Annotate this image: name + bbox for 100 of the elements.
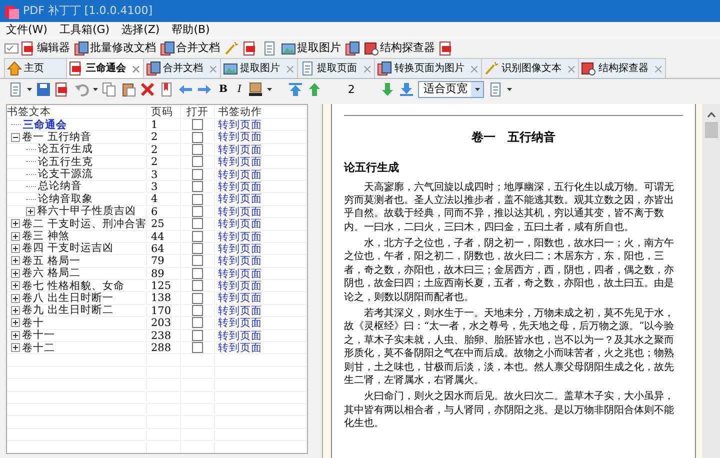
bookmark-title[interactable]: 论五行生成 [38, 143, 93, 156]
toolbar-button[interactable]: 合并文档 [158, 40, 222, 57]
expand-icon[interactable] [11, 306, 20, 316]
expand-icon[interactable] [11, 294, 20, 303]
checkbox[interactable] [192, 156, 203, 168]
bookmark-title[interactable]: 论支干源流 [38, 168, 93, 180]
checkbox[interactable] [192, 132, 203, 143]
checkbox[interactable] [192, 317, 203, 328]
tab[interactable]: 三命通会 × [66, 58, 144, 78]
action-link[interactable]: 转到页面 [215, 206, 307, 218]
tab[interactable]: 转换页面为图片 × [374, 58, 482, 78]
action-link[interactable]: 转到页面 [215, 144, 307, 156]
bookmark-title[interactable]: 卷十 [22, 316, 44, 330]
action-link[interactable]: 转到页面 [215, 330, 307, 342]
expand-icon[interactable] [11, 232, 20, 241]
toolbar-button[interactable]: 结构探查器 [362, 40, 437, 57]
page-number-field[interactable]: 2 [326, 81, 376, 98]
checkbox[interactable] [192, 280, 203, 292]
column-header[interactable]: 页码 [147, 105, 181, 118]
action-link[interactable]: 转到页面 [215, 180, 307, 192]
bookmark-title[interactable]: 卷一 五行纳音 [22, 130, 92, 144]
checkbox[interactable] [192, 168, 203, 180]
tab[interactable]: 识别图像文本 × [481, 58, 580, 78]
checkbox[interactable] [192, 255, 203, 266]
action-link[interactable]: 转到页面 [215, 131, 307, 143]
color-picker-icon[interactable] [248, 82, 264, 97]
scroll-thumb[interactable] [704, 122, 718, 138]
checkbox[interactable] [192, 206, 203, 217]
bookmark-title[interactable]: 卷六 格局二 [22, 267, 80, 280]
collapse-icon[interactable] [11, 132, 20, 142]
bookmark-title[interactable]: 三命通会 [23, 118, 67, 131]
bookmark-title[interactable]: 释六十甲子性质吉凶 [37, 205, 136, 218]
checkbox[interactable] [192, 292, 203, 304]
bookmark-title[interactable]: 论纳音取象 [38, 192, 93, 206]
format-button[interactable]: B [216, 82, 230, 97]
documents-icon[interactable] [345, 41, 360, 56]
bookmark-title[interactable]: 卷十二 [22, 342, 55, 354]
action-link[interactable]: 转到页面 [215, 119, 307, 130]
bookmark-title[interactable]: 卷三 神煞 [22, 230, 70, 242]
toolbar-button[interactable]: 编辑器 [19, 40, 72, 57]
bookmark-title[interactable]: 卷二 干支时运、刑冲合害 [22, 218, 146, 230]
action-link[interactable]: 转到页面 [215, 255, 307, 267]
save-icon[interactable] [36, 82, 51, 97]
column-header[interactable]: 打开 [181, 105, 215, 118]
action-link[interactable]: 转到页面 [215, 342, 307, 354]
wand-icon[interactable] [224, 41, 239, 56]
tab[interactable]: 主页 [4, 58, 67, 78]
bookmark-title[interactable]: 总论纳音 [38, 180, 82, 193]
caret-icon[interactable] [27, 87, 32, 92]
dropdown-button[interactable] [471, 82, 484, 97]
toolbar-button[interactable]: 批量修改文档 [72, 40, 158, 57]
expand-icon[interactable] [26, 206, 35, 216]
zoom-select[interactable]: 适合页宽 [418, 81, 484, 98]
tab[interactable]: 合并文档 × [143, 58, 222, 78]
column-header[interactable]: 书签文本 [7, 105, 147, 118]
expand-icon[interactable] [11, 318, 20, 328]
pdf-file-icon[interactable] [55, 82, 70, 97]
expand-icon[interactable] [11, 219, 20, 228]
checkbox[interactable] [192, 305, 203, 316]
page-icon[interactable] [262, 41, 277, 56]
checkbox[interactable] [192, 330, 203, 341]
next-page-icon[interactable] [380, 82, 396, 97]
arrow-right-icon[interactable] [197, 82, 212, 97]
pdf-file-icon[interactable] [243, 41, 258, 56]
checkbox[interactable] [192, 194, 203, 205]
bookmark-title[interactable]: 卷七 性格相貌、女命 [22, 280, 124, 292]
tab[interactable]: 提取页面 × [297, 58, 376, 78]
bookmark-title[interactable]: 卷十一 [22, 329, 55, 342]
menu-item[interactable]: 文件(W) [0, 22, 54, 39]
caret-icon[interactable] [267, 87, 272, 92]
bookmark-icon[interactable] [159, 82, 174, 97]
caret-icon[interactable] [93, 87, 98, 92]
new-page-icon[interactable] [8, 82, 23, 97]
toolbar-button[interactable]: 提取图片 [279, 40, 343, 57]
column-header[interactable]: 书签动作 [215, 105, 307, 118]
checkbox[interactable] [192, 230, 203, 242]
action-link[interactable]: 转到页面 [215, 317, 307, 329]
action-link[interactable]: 转到页面 [215, 280, 307, 292]
first-page-icon[interactable] [288, 82, 304, 97]
bookmark-title[interactable]: 卷八 出生日时断一 [22, 292, 114, 304]
expand-icon[interactable] [11, 268, 20, 278]
checkbox[interactable] [192, 342, 203, 354]
pdf-file-icon[interactable] [439, 41, 454, 56]
caret-icon[interactable] [507, 87, 512, 92]
expand-icon[interactable] [11, 244, 20, 254]
paste-icon[interactable] [121, 82, 136, 97]
previous-page-icon[interactable] [307, 82, 322, 97]
checklist-icon[interactable] [4, 41, 19, 56]
format-button[interactable]: I [234, 82, 244, 97]
action-link[interactable]: 转到页面 [215, 218, 307, 230]
scroll-up-icon[interactable] [706, 112, 716, 118]
delete-icon[interactable] [140, 82, 155, 97]
page-layout-icon[interactable] [488, 82, 504, 97]
tab[interactable]: 提取图片 × [220, 58, 298, 78]
arrow-left-icon[interactable] [178, 82, 193, 97]
expand-icon[interactable] [11, 343, 20, 352]
checkbox[interactable] [192, 268, 203, 279]
bookmark-title[interactable]: 卷五 格局一 [22, 254, 80, 268]
bookmark-title[interactable]: 卷九 出生日时断二 [22, 304, 114, 317]
scrollbar[interactable] [702, 104, 720, 458]
